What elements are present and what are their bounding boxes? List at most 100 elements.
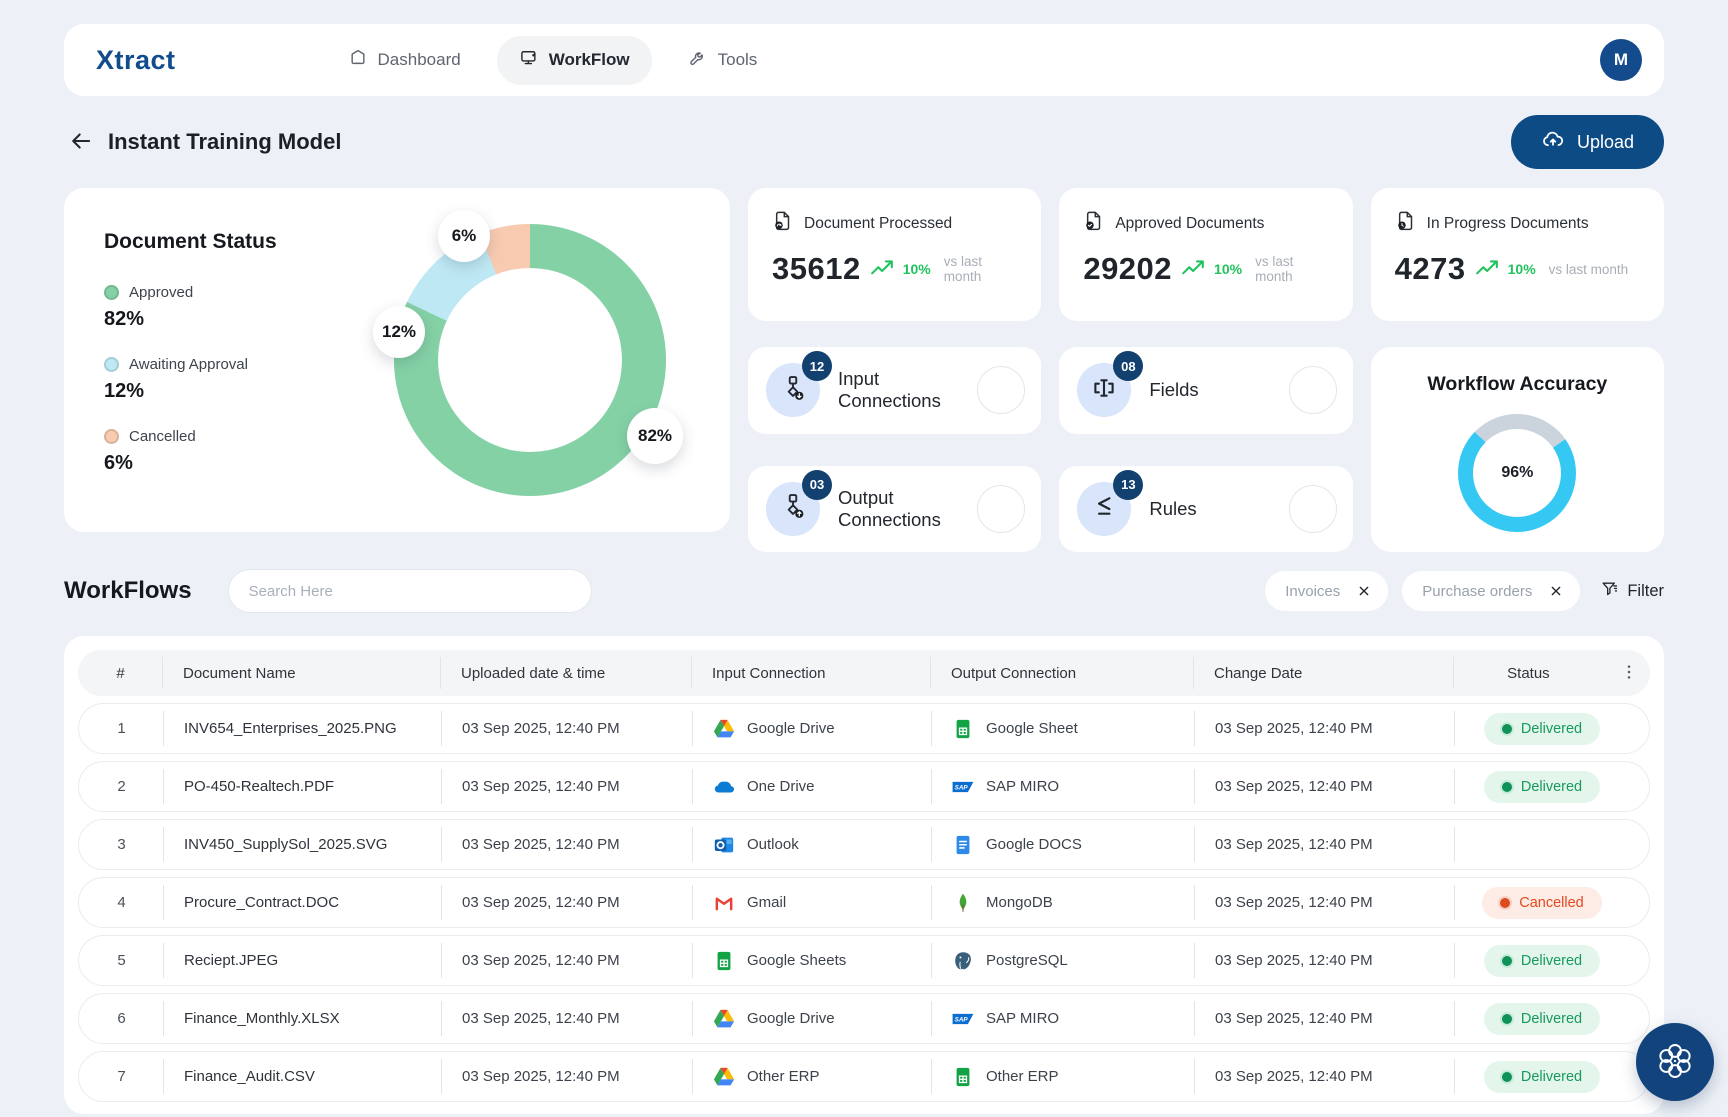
stat-value: 4273 (1395, 251, 1466, 287)
nav-item-workflow[interactable]: WorkFlow (497, 36, 652, 85)
table-row[interactable]: 6 Finance_Monthly.XLSX 03 Sep 2025, 12:4… (78, 993, 1650, 1044)
quick-card[interactable]: 13 Rules (1059, 466, 1352, 553)
table-row[interactable]: 5 Reciept.JPEG 03 Sep 2025, 12:40 PM Goo… (78, 935, 1650, 986)
open-arrow-button[interactable] (1289, 485, 1337, 533)
status-badge: Delivered (1484, 1061, 1600, 1093)
status-legend: Approved 82% Awaiting Approval 12% Cance… (104, 284, 334, 475)
table-row[interactable]: 1 INV654_Enterprises_2025.PNG 03 Sep 202… (78, 703, 1650, 754)
col-document-name: Document Name (163, 650, 441, 696)
quick-card[interactable]: 08 Fields (1059, 347, 1352, 434)
input-connection-label: Google Drive (747, 1010, 835, 1027)
col-change-date: Change Date (1194, 650, 1454, 696)
status-donut-chart: 82% 12% 6% (380, 218, 680, 502)
user-avatar[interactable]: M (1600, 39, 1642, 81)
quick-card[interactable]: 03 Output Connections (748, 466, 1041, 553)
document-name: INV654_Enterprises_2025.PNG (164, 704, 442, 753)
stat-compare: vs last month (944, 254, 1018, 284)
status-text: Delivered (1521, 1011, 1582, 1027)
row-index: 4 (79, 878, 164, 927)
brand-logo: Xtract (96, 45, 176, 76)
document-name: Procure_Contract.DOC (164, 878, 442, 927)
table-header-row: # Document Name Uploaded date & time Inp… (78, 650, 1650, 696)
uploaded-date: 03 Sep 2025, 12:40 PM (442, 1052, 693, 1101)
open-arrow-button[interactable] (977, 366, 1025, 414)
row-index: 2 (79, 762, 164, 811)
table-row[interactable]: 4 Procure_Contract.DOC 03 Sep 2025, 12:4… (78, 877, 1650, 928)
tools-icon (688, 48, 708, 73)
legend-value: 82% (104, 308, 334, 331)
status-badge: Delivered (1484, 1003, 1600, 1035)
mongodb-icon (952, 892, 974, 914)
document-status-title: Document Status (104, 230, 334, 254)
status-dot (1502, 724, 1512, 734)
uploaded-date: 03 Sep 2025, 12:40 PM (442, 936, 693, 985)
status-dot (1502, 1072, 1512, 1082)
trend-up-icon (870, 259, 894, 280)
cloud-upload-icon (1541, 128, 1565, 157)
uploaded-date: 03 Sep 2025, 12:40 PM (442, 994, 693, 1043)
count-badge: 13 (1113, 470, 1143, 500)
accuracy-value: 96% (1458, 414, 1576, 532)
stat-value: 35612 (772, 251, 861, 287)
quick-card[interactable]: 12 Input Connections (748, 347, 1041, 434)
google-drive-icon (713, 1066, 735, 1088)
table-options-button[interactable] (1616, 660, 1642, 686)
nav-item-tools[interactable]: Tools (666, 36, 780, 85)
donut-label-cancelled: 6% (438, 210, 490, 262)
stat-compare: vs last month (1549, 262, 1629, 277)
output-connections-icon (779, 492, 807, 525)
sap-icon: SAP (952, 1008, 974, 1030)
change-date: 03 Sep 2025, 12:40 PM (1195, 936, 1455, 985)
upload-button[interactable]: Upload (1511, 115, 1664, 169)
output-connection-label: SAP MIRO (986, 1010, 1059, 1027)
doc-check-icon (1083, 210, 1105, 237)
google-docs-icon (952, 834, 974, 856)
accuracy-ring: 96% (1458, 414, 1576, 532)
trend-up-icon (1475, 259, 1499, 280)
svg-text:SAP: SAP (955, 784, 969, 791)
filter-label: Filter (1627, 582, 1664, 601)
workflows-header: WorkFlows Invoices Purchase orders Filte… (64, 566, 1664, 616)
table-row[interactable]: 2 PO-450-Realtech.PDF 03 Sep 2025, 12:40… (78, 761, 1650, 812)
postgresql-icon (952, 950, 974, 972)
funnel-icon (1600, 579, 1620, 604)
open-arrow-button[interactable] (1289, 366, 1337, 414)
col-index: # (78, 650, 163, 696)
assistant-fab[interactable] (1636, 1023, 1714, 1101)
document-status-card: Document Status Approved 82% Awaiting Ap… (64, 188, 730, 532)
status-dot (1502, 1014, 1512, 1024)
doc-clock-icon (1395, 210, 1417, 237)
legend-item: Cancelled 6% (104, 428, 334, 475)
uploaded-date: 03 Sep 2025, 12:40 PM (442, 878, 693, 927)
sap-icon: SAP (952, 776, 974, 798)
table-row[interactable]: 7 Finance_Audit.CSV 03 Sep 2025, 12:40 P… (78, 1051, 1650, 1102)
input-connection-label: Google Drive (747, 720, 835, 737)
home-icon (348, 48, 368, 73)
page-title: Instant Training Model (108, 129, 341, 155)
stat-value: 29202 (1083, 251, 1172, 287)
table-row[interactable]: 3 INV450_SupplySol_2025.SVG 03 Sep 2025,… (78, 819, 1650, 870)
google-sheets-icon (713, 950, 735, 972)
stat-card: Document Processed 35612 10% vs last mon… (748, 188, 1041, 321)
close-icon[interactable] (1548, 583, 1564, 599)
open-arrow-button[interactable] (977, 485, 1025, 533)
filter-button[interactable]: Filter (1600, 579, 1664, 604)
svg-text:SAP: SAP (955, 1016, 969, 1023)
stat-trend: 10% (903, 261, 931, 277)
back-button[interactable] (64, 125, 98, 159)
status-dot (1502, 782, 1512, 792)
close-icon[interactable] (1356, 583, 1372, 599)
stat-compare: vs last month (1255, 254, 1329, 284)
fields-icon (1090, 374, 1118, 407)
search-input[interactable] (249, 583, 571, 600)
stat-card: Approved Documents 29202 10% vs last mon… (1059, 188, 1352, 321)
monitor-icon (519, 48, 539, 73)
document-name: Finance_Monthly.XLSX (164, 994, 442, 1043)
document-name: PO-450-Realtech.PDF (164, 762, 442, 811)
legend-item: Approved 82% (104, 284, 334, 331)
change-date: 03 Sep 2025, 12:40 PM (1195, 878, 1455, 927)
knot-logo-icon (1652, 1038, 1698, 1087)
legend-label: Approved (129, 284, 193, 301)
stat-card: In Progress Documents 4273 10% vs last m… (1371, 188, 1664, 321)
nav-item-dashboard[interactable]: Dashboard (326, 36, 483, 85)
